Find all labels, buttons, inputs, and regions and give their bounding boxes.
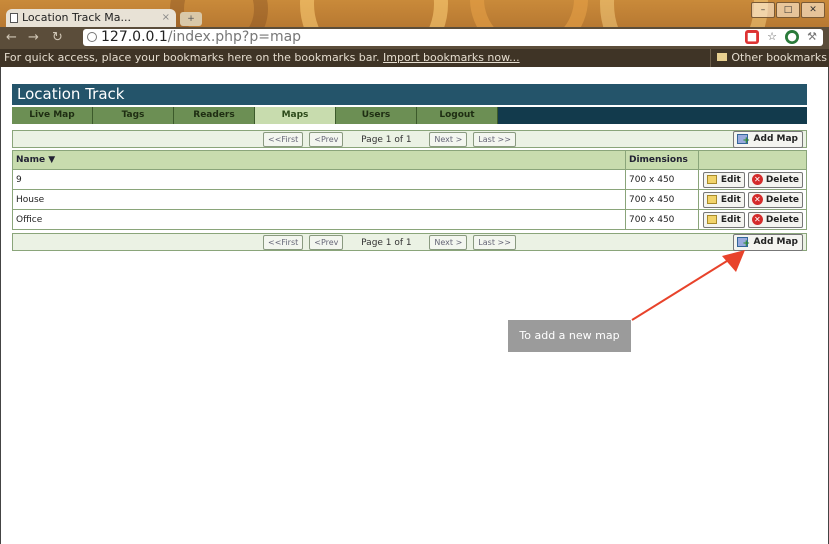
page-icon — [10, 13, 18, 23]
map-dimensions-cell: 700 x 450 — [625, 189, 699, 210]
plus-icon: + — [742, 239, 751, 249]
other-bookmarks-button[interactable]: Other bookmarks — [710, 49, 827, 67]
add-map-label: Add Map — [753, 134, 798, 144]
delete-label: Delete — [765, 214, 799, 225]
next-page-button[interactable]: Next > — [429, 132, 468, 147]
delete-label: Delete — [765, 194, 799, 205]
nav-live-map[interactable]: Live Map — [12, 107, 93, 124]
delete-button[interactable]: ✕ Delete — [747, 191, 803, 208]
address-bar[interactable]: 127.0.0.1/index.php?p=map ■ ☆ ● ⚒ — [83, 29, 823, 46]
new-tab-button[interactable]: + — [180, 12, 202, 26]
prev-page-button[interactable]: <Prev — [309, 235, 344, 250]
folder-icon — [717, 53, 728, 61]
main-nav: Live Map Tags Readers Maps Users Logout — [12, 107, 807, 124]
toolbar-icons: ■ ☆ ● ⚒ — [745, 30, 819, 44]
edit-label: Edit — [720, 214, 741, 225]
nav-users[interactable]: Users — [336, 107, 417, 124]
map-dimensions-cell: 700 x 450 — [625, 209, 699, 230]
extension-icon[interactable]: ● — [785, 30, 799, 44]
first-page-button[interactable]: <<First — [263, 235, 304, 250]
delete-button[interactable]: ✕ Delete — [747, 211, 803, 228]
page-info: Page 1 of 1 — [361, 134, 412, 145]
tab-close-icon[interactable]: × — [162, 9, 170, 27]
page-info: Page 1 of 1 — [361, 237, 412, 248]
reload-icon[interactable]: ↻ — [52, 30, 63, 45]
next-page-button[interactable]: Next > — [429, 235, 468, 250]
map-name-cell: House — [12, 189, 626, 210]
edit-icon — [706, 194, 717, 204]
name-column-header[interactable]: Name ▼ — [12, 150, 626, 170]
other-bookmarks-label: Other bookmarks — [731, 51, 827, 64]
delete-icon: ✕ — [751, 213, 763, 225]
url-path: /index.php?p=map — [167, 29, 302, 45]
bookmarks-prompt: For quick access, place your bookmarks h… — [4, 51, 380, 64]
maps-table: Name ▼ Dimensions 9 700 x 450 Edit ✕ Delete H… — [12, 150, 807, 230]
nav-maps[interactable]: Maps — [255, 107, 336, 124]
app-title: Location Track — [12, 84, 807, 105]
tab-title: Location Track Ma... — [22, 11, 132, 24]
maximize-button[interactable]: □ — [776, 2, 800, 18]
plus-icon: + — [742, 136, 751, 146]
row-actions: Edit ✕ Delete — [698, 169, 807, 190]
first-page-button[interactable]: <<First — [263, 132, 304, 147]
page-content: Location Track Live Map Tags Readers Maps Us… — [0, 67, 829, 544]
last-page-button[interactable]: Last >> — [473, 235, 516, 250]
nav-tags[interactable]: Tags — [93, 107, 174, 124]
edit-button[interactable]: Edit — [702, 191, 745, 208]
forward-icon[interactable]: → — [28, 30, 39, 45]
row-actions: Edit ✕ Delete — [698, 209, 807, 230]
edit-label: Edit — [720, 194, 741, 205]
add-map-button[interactable]: + Add Map — [732, 234, 803, 251]
map-name-cell: 9 — [12, 169, 626, 190]
map-name-cell: Office — [12, 209, 626, 230]
table-row: Office 700 x 450 Edit ✕ Delete — [12, 209, 807, 230]
table-header-row: Name ▼ Dimensions — [12, 150, 807, 170]
annotation-callout: To add a new map — [508, 320, 631, 352]
bookmarks-bar: For quick access, place your bookmarks h… — [0, 49, 829, 67]
star-icon[interactable]: ☆ — [765, 30, 779, 44]
edit-icon — [706, 214, 717, 224]
back-icon[interactable]: ← — [6, 30, 17, 45]
import-bookmarks-link[interactable]: Import bookmarks now... — [383, 51, 520, 64]
globe-icon — [87, 32, 97, 42]
minimize-button[interactable]: – — [751, 2, 775, 18]
add-map-button[interactable]: + Add Map — [732, 131, 803, 148]
delete-icon: ✕ — [751, 193, 763, 205]
row-actions: Edit ✕ Delete — [698, 189, 807, 210]
table-row: House 700 x 450 Edit ✕ Delete — [12, 189, 807, 210]
actions-column-header — [698, 150, 807, 170]
add-map-label: Add Map — [753, 237, 798, 247]
browser-toolbar: ← → ↻ 127.0.0.1/index.php?p=map ■ ☆ ● ⚒ — [0, 27, 829, 49]
pager-top: <<First <Prev Page 1 of 1 Next > Last >>… — [12, 130, 807, 148]
window-controls: – □ ✕ — [751, 2, 825, 18]
pager-bottom: <<First <Prev Page 1 of 1 Next > Last >>… — [12, 233, 807, 251]
browser-tab[interactable]: Location Track Ma... × — [6, 9, 176, 27]
close-window-button[interactable]: ✕ — [801, 2, 825, 18]
prev-page-button[interactable]: <Prev — [309, 132, 344, 147]
last-page-button[interactable]: Last >> — [473, 132, 516, 147]
dimensions-column-header: Dimensions — [625, 150, 699, 170]
url-host: 127.0.0.1 — [101, 29, 168, 45]
edit-label: Edit — [720, 174, 741, 185]
edit-icon — [706, 174, 717, 184]
pdf-extension-icon[interactable]: ■ — [745, 30, 759, 44]
delete-button[interactable]: ✕ Delete — [747, 171, 803, 188]
table-row: 9 700 x 450 Edit ✕ Delete — [12, 169, 807, 190]
nav-logout[interactable]: Logout — [417, 107, 498, 124]
delete-icon: ✕ — [751, 173, 763, 185]
map-dimensions-cell: 700 x 450 — [625, 169, 699, 190]
delete-label: Delete — [765, 174, 799, 185]
wrench-icon[interactable]: ⚒ — [805, 30, 819, 44]
edit-button[interactable]: Edit — [702, 171, 745, 188]
edit-button[interactable]: Edit — [702, 211, 745, 228]
nav-readers[interactable]: Readers — [174, 107, 255, 124]
